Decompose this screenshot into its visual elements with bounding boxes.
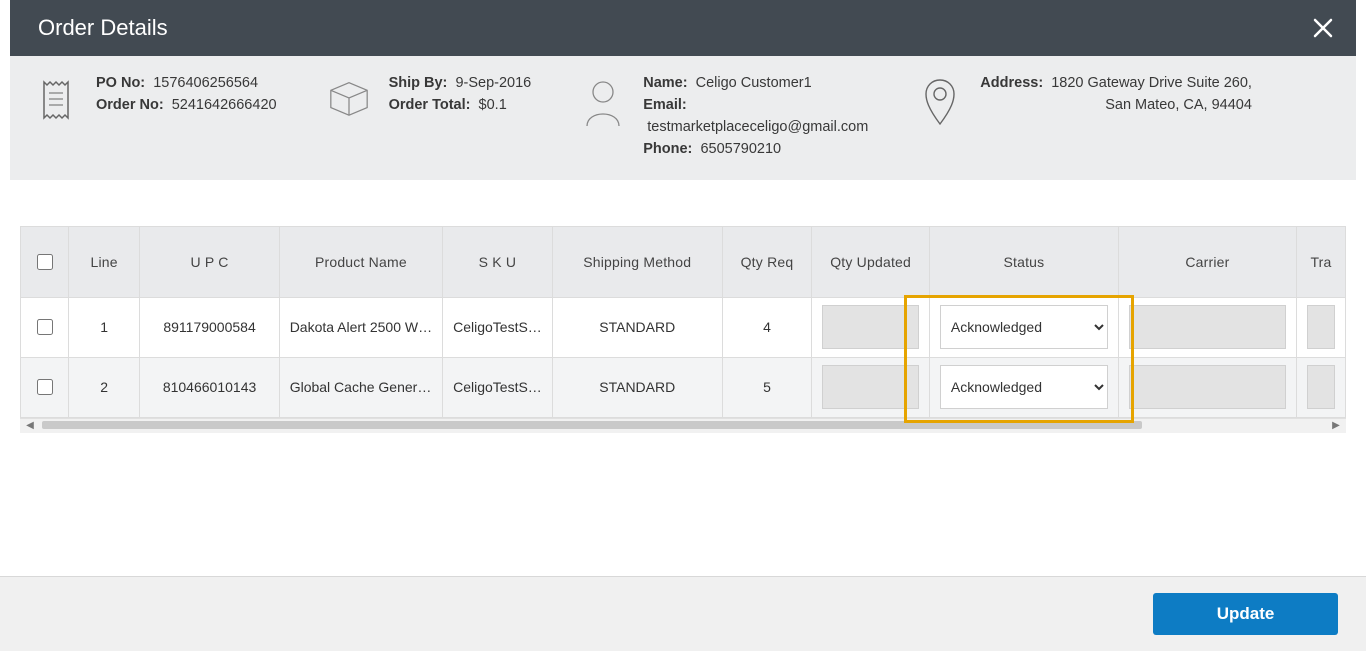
shipby-label: Ship By: xyxy=(389,75,448,91)
email-label: Email: xyxy=(643,97,687,113)
order-lines-table: Line U P C Product Name S K U Shipping M… xyxy=(21,227,1346,418)
carrier-input[interactable] xyxy=(1129,305,1286,349)
cell-product: Dakota Alert 2500 W… xyxy=(279,297,442,357)
header-shipping: Shipping Method xyxy=(552,227,722,297)
address-line2: San Mateo, CA, 94404 xyxy=(1105,97,1252,113)
shipping-fields: Ship By: 9-Sep-2016 Order Total: $0.1 xyxy=(389,72,532,116)
scroll-right-icon[interactable]: ▶ xyxy=(1329,419,1343,433)
cell-carrier xyxy=(1118,357,1296,417)
summary-po-block: PO No: 1576406256564 Order No: 524164266… xyxy=(34,72,277,122)
address-fields: Address: 1820 Gateway Drive Suite 260, S… xyxy=(980,72,1252,116)
status-select[interactable]: Acknowledged xyxy=(940,365,1108,409)
modal-title: Order Details xyxy=(38,15,168,41)
header-qtyupd: Qty Updated xyxy=(812,227,930,297)
order-value: 5241642666420 xyxy=(172,97,277,113)
tracking-input[interactable] xyxy=(1307,305,1335,349)
table-row: 2810466010143Global Cache Gener…CeligoTe… xyxy=(21,357,1346,417)
row-checkbox-cell xyxy=(21,297,68,357)
shipby-value: 9-Sep-2016 xyxy=(455,75,531,91)
row-checkbox-cell xyxy=(21,357,68,417)
scroll-left-icon[interactable]: ◀ xyxy=(23,419,37,433)
qty-updated-input[interactable] xyxy=(822,305,919,349)
cell-qtyreq: 5 xyxy=(722,357,812,417)
po-value: 1576406256564 xyxy=(153,75,258,91)
summary-shipping-block: Ship By: 9-Sep-2016 Order Total: $0.1 xyxy=(327,72,532,118)
header-carrier: Carrier xyxy=(1118,227,1296,297)
cell-carrier xyxy=(1118,297,1296,357)
update-button[interactable]: Update xyxy=(1153,593,1338,635)
cell-status: Acknowledged xyxy=(929,357,1118,417)
table-row: 1891179000584Dakota Alert 2500 W…CeligoT… xyxy=(21,297,1346,357)
modal-header: Order Details xyxy=(10,0,1356,56)
po-label: PO No: xyxy=(96,75,145,91)
address-line1: 1820 Gateway Drive Suite 260, xyxy=(1051,75,1252,91)
person-icon xyxy=(581,72,625,130)
header-status: Status xyxy=(929,227,1118,297)
total-value: $0.1 xyxy=(479,97,507,113)
receipt-icon xyxy=(34,72,78,122)
close-icon[interactable] xyxy=(1312,17,1334,39)
cell-qtyupd xyxy=(812,297,930,357)
customer-fields: Name: Celigo Customer1 Email: testmarket… xyxy=(643,72,868,160)
header-upc: U P C xyxy=(140,227,279,297)
cell-tracking xyxy=(1296,297,1345,357)
cell-line: 1 xyxy=(68,297,140,357)
name-value: Celigo Customer1 xyxy=(696,75,812,91)
cell-qtyreq: 4 xyxy=(722,297,812,357)
content-area: Line U P C Product Name S K U Shipping M… xyxy=(10,180,1356,473)
horizontal-scrollbar[interactable]: ◀ ▶ xyxy=(20,418,1346,433)
name-label: Name: xyxy=(643,75,687,91)
order-details-modal: Order Details PO No: 1576406256564 Order… xyxy=(10,0,1356,473)
email-value: testmarketplaceceligo@gmail.com xyxy=(647,119,868,135)
address-label: Address: xyxy=(980,75,1043,91)
phone-value: 6505790210 xyxy=(700,141,781,157)
scroll-thumb[interactable] xyxy=(42,421,1142,429)
header-line: Line xyxy=(68,227,140,297)
qty-updated-input[interactable] xyxy=(822,365,919,409)
cell-qtyupd xyxy=(812,357,930,417)
status-select[interactable]: Acknowledged xyxy=(940,305,1108,349)
header-checkbox xyxy=(21,227,68,297)
row-checkbox[interactable] xyxy=(37,319,53,335)
summary-band: PO No: 1576406256564 Order No: 524164266… xyxy=(10,56,1356,180)
cell-tracking xyxy=(1296,357,1345,417)
order-lines-table-wrap: Line U P C Product Name S K U Shipping M… xyxy=(20,226,1346,418)
cell-status: Acknowledged xyxy=(929,297,1118,357)
cell-shipping: STANDARD xyxy=(552,297,722,357)
cell-upc: 891179000584 xyxy=(140,297,279,357)
cell-product: Global Cache Gener… xyxy=(279,357,442,417)
header-qtyreq: Qty Req xyxy=(722,227,812,297)
order-label: Order No: xyxy=(96,97,164,113)
header-product: Product Name xyxy=(279,227,442,297)
cell-line: 2 xyxy=(68,357,140,417)
select-all-checkbox[interactable] xyxy=(37,254,53,270)
phone-label: Phone: xyxy=(643,141,692,157)
tracking-input[interactable] xyxy=(1307,365,1335,409)
cell-upc: 810466010143 xyxy=(140,357,279,417)
summary-address-block: Address: 1820 Gateway Drive Suite 260, S… xyxy=(918,72,1252,126)
summary-customer-block: Name: Celigo Customer1 Email: testmarket… xyxy=(581,72,868,160)
carrier-input[interactable] xyxy=(1129,365,1286,409)
header-tracking: Tra xyxy=(1296,227,1345,297)
box-icon xyxy=(327,72,371,118)
header-sku: S K U xyxy=(443,227,553,297)
cell-sku: CeligoTestS… xyxy=(443,297,553,357)
po-fields: PO No: 1576406256564 Order No: 524164266… xyxy=(96,72,277,116)
row-checkbox[interactable] xyxy=(37,379,53,395)
location-pin-icon xyxy=(918,72,962,126)
modal-footer: Update xyxy=(0,576,1366,651)
cell-shipping: STANDARD xyxy=(552,357,722,417)
cell-sku: CeligoTestS… xyxy=(443,357,553,417)
total-label: Order Total: xyxy=(389,97,471,113)
